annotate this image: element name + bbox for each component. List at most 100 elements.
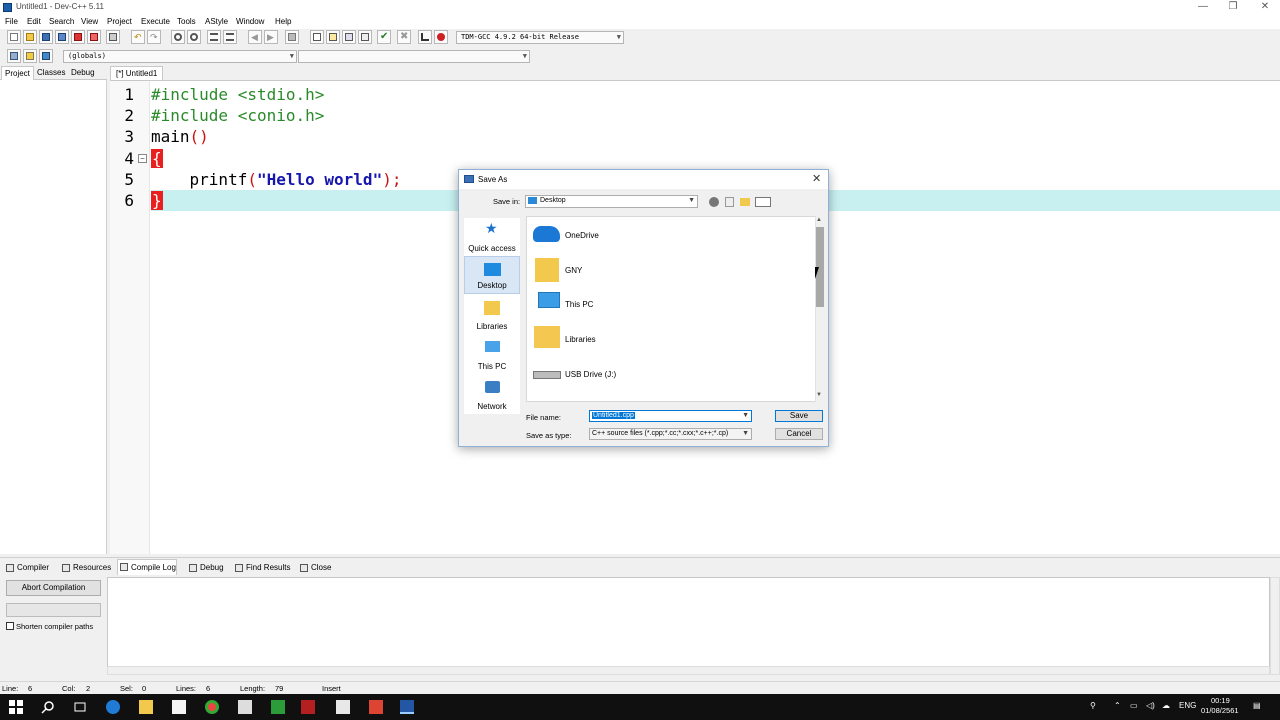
recorder-icon[interactable] <box>301 700 315 714</box>
minimize-button[interactable]: — <box>1190 1 1216 14</box>
save-as-type-select[interactable]: C++ source files (*.cpp;*.cc;*.cxx;*.c++… <box>589 428 752 440</box>
file-name-input[interactable]: Untitled1.cpp ▼ <box>589 410 752 422</box>
stop-icon[interactable]: ✖ <box>397 30 411 44</box>
place-desktop[interactable]: Desktop <box>464 256 520 294</box>
people-icon[interactable]: ⚲ <box>1090 701 1096 710</box>
compiler-select[interactable]: TDM-GCC 4.9.2 64-bit Release ▼ <box>456 31 624 44</box>
new-file-button[interactable] <box>7 30 21 44</box>
place-network[interactable]: Network <box>464 376 520 414</box>
menu-view[interactable]: View <box>81 17 98 26</box>
tab-close[interactable]: Close <box>298 561 331 575</box>
close-all-button[interactable] <box>87 30 101 44</box>
code-app-icon[interactable] <box>369 700 383 714</box>
shorten-paths-checkbox[interactable] <box>6 622 14 630</box>
place-this-pc[interactable]: This PC <box>464 336 520 374</box>
chevron-up-icon[interactable]: ⌃ <box>1114 701 1121 710</box>
chrome-icon[interactable] <box>205 700 219 714</box>
unindent-icon[interactable] <box>223 30 237 44</box>
scroll-up-icon[interactable]: ▲ <box>816 217 822 223</box>
tab-compile-log[interactable]: Compile Log <box>117 559 177 576</box>
back-icon[interactable]: ◀ <box>248 30 262 44</box>
devcpp-taskbar-icon[interactable] <box>400 700 414 714</box>
new-folder-icon[interactable] <box>740 198 750 206</box>
file-list[interactable]: OneDrive GNY This PC Libraries USB Drive… <box>526 216 825 402</box>
windows-start-icon[interactable] <box>9 700 23 714</box>
close-file-button[interactable] <box>71 30 85 44</box>
redo-icon[interactable]: ↷ <box>147 30 161 44</box>
chart-icon[interactable] <box>418 30 432 44</box>
vertical-scrollbar[interactable] <box>1270 577 1280 675</box>
menu-window[interactable]: Window <box>236 17 264 26</box>
notification-icon[interactable]: ▤ <box>1253 701 1261 710</box>
project-options-icon[interactable] <box>342 30 356 44</box>
search-icon[interactable] <box>41 700 55 714</box>
volume-icon[interactable]: ◁) <box>1146 701 1155 710</box>
open-button[interactable] <box>23 30 37 44</box>
tab-project[interactable]: Project <box>1 66 34 80</box>
menu-project[interactable]: Project <box>107 17 132 26</box>
cancel-button[interactable]: Cancel <box>775 428 823 440</box>
maximize-button[interactable]: ❐ <box>1220 1 1246 14</box>
tab-find-results[interactable]: Find Results <box>233 561 290 575</box>
editor-tab-untitled1[interactable]: [*] Untitled1 <box>110 66 164 80</box>
syntax-check-icon[interactable]: ✔ <box>377 30 391 44</box>
menu-file[interactable]: File <box>5 17 18 26</box>
tab-debug[interactable]: Debug <box>68 66 98 80</box>
abort-compilation-button[interactable]: Abort Compilation <box>6 580 101 596</box>
tab-compiler[interactable]: Compiler <box>4 561 49 575</box>
clock-time[interactable]: 00:19 <box>1211 696 1230 705</box>
menu-astyle[interactable]: AStyle <box>205 17 228 26</box>
members-select[interactable]: ▼ <box>298 50 530 63</box>
find-icon[interactable] <box>171 30 185 44</box>
bookmark-icon[interactable] <box>285 30 299 44</box>
fold-toggle-icon[interactable]: − <box>138 154 147 163</box>
menu-help[interactable]: Help <box>275 17 291 26</box>
store-icon[interactable] <box>172 700 186 714</box>
menu-execute[interactable]: Execute <box>141 17 170 26</box>
network-icon[interactable]: ▭ <box>1130 701 1138 710</box>
notepad-icon[interactable] <box>336 700 350 714</box>
undo-icon[interactable]: ↶ <box>131 30 145 44</box>
tab-classes[interactable]: Classes <box>34 66 68 80</box>
tab-debug-output[interactable]: Debug <box>187 561 224 575</box>
task-view-icon[interactable] <box>73 700 87 714</box>
goto-icon[interactable] <box>39 49 53 63</box>
camtasia-icon[interactable] <box>271 700 285 714</box>
language-indicator[interactable]: ENG <box>1179 701 1196 710</box>
clock-date[interactable]: 01/08/2561 <box>1201 706 1239 715</box>
menu-tools[interactable]: Tools <box>177 17 196 26</box>
cloud-icon[interactable]: ☁ <box>1162 701 1170 710</box>
close-button[interactable]: ✕ <box>1252 1 1278 14</box>
save-all-button[interactable] <box>55 30 69 44</box>
project-open-icon[interactable] <box>326 30 340 44</box>
edge-browser-icon[interactable] <box>106 700 120 714</box>
view-menu-icon[interactable] <box>755 197 771 207</box>
project-remove-icon[interactable] <box>358 30 372 44</box>
forward-icon[interactable]: ▶ <box>264 30 278 44</box>
indent-icon[interactable] <box>207 30 221 44</box>
save-in-select[interactable]: Desktop ▼ <box>525 195 698 208</box>
save-dialog-button[interactable]: Save <box>775 410 823 422</box>
tab-resources[interactable]: Resources <box>60 561 111 575</box>
up-folder-icon[interactable] <box>725 197 734 207</box>
project-new-icon[interactable] <box>310 30 324 44</box>
compile-log[interactable] <box>107 577 1270 675</box>
scroll-down-icon[interactable]: ▼ <box>816 392 822 398</box>
replace-icon[interactable] <box>187 30 201 44</box>
status-lines-label: Lines: <box>176 684 197 693</box>
scope-select[interactable]: (globals) ▼ <box>63 50 297 63</box>
toggle-icon[interactable] <box>23 49 37 63</box>
insert-icon[interactable] <box>7 49 21 63</box>
close-icon[interactable]: ✕ <box>812 172 821 185</box>
file-explorer-icon[interactable] <box>139 700 153 714</box>
horizontal-scrollbar[interactable] <box>107 666 1270 675</box>
mail-icon[interactable] <box>238 700 252 714</box>
back-icon[interactable] <box>709 197 719 207</box>
menu-edit[interactable]: Edit <box>27 17 41 26</box>
place-quick-access[interactable]: ★ Quick access <box>464 218 520 256</box>
save-button[interactable] <box>39 30 53 44</box>
menu-search[interactable]: Search <box>49 17 74 26</box>
place-libraries[interactable]: Libraries <box>464 296 520 334</box>
debug-bug-icon[interactable] <box>434 30 448 44</box>
print-button[interactable] <box>106 30 120 44</box>
